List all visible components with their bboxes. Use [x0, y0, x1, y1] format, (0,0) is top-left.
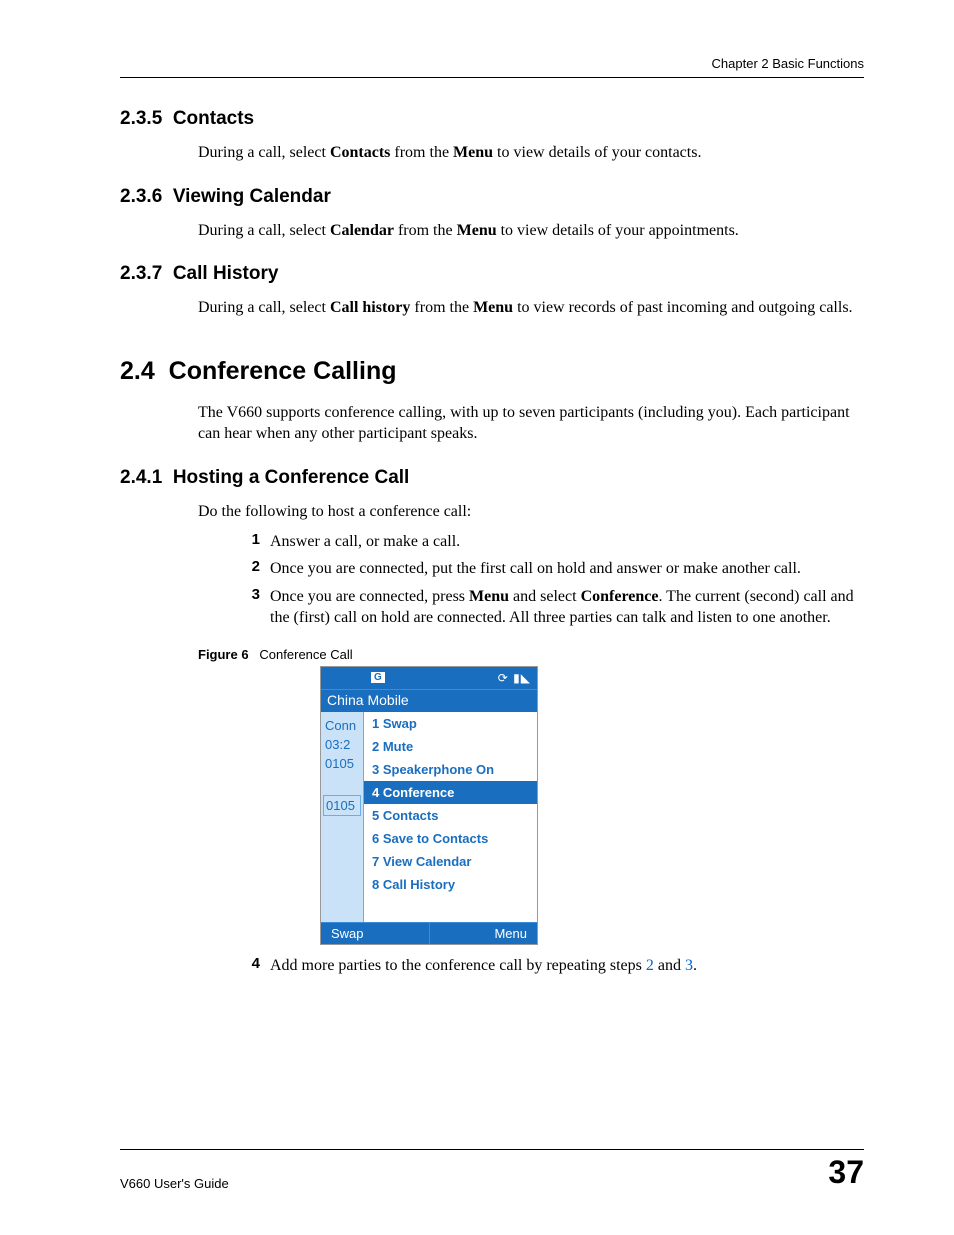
- heading-num: 2.3.6: [120, 186, 162, 207]
- phone-menu-item: 4 Conference: [364, 781, 537, 804]
- phone-menu-item: 5 Contacts: [364, 804, 537, 827]
- softkey-right: Menu: [430, 923, 538, 944]
- paragraph-2-4-1-intro: Do the following to host a conference ca…: [198, 501, 864, 523]
- figure-title: Conference Call: [259, 647, 352, 662]
- text: During a call, select: [198, 222, 330, 239]
- phone-left-panel: Conn 03:2 0105 0105: [321, 712, 363, 922]
- gprs-icon: G: [371, 672, 385, 683]
- heading-num: 2.3.7: [120, 263, 162, 284]
- step-text: Once you are connected, press Menu and s…: [270, 586, 864, 629]
- step-link-3[interactable]: 3: [685, 957, 693, 974]
- heading-num: 2.4.1: [120, 467, 162, 488]
- bold-text: Menu: [473, 299, 513, 316]
- text: During a call, select: [198, 144, 330, 161]
- text: from the: [390, 144, 453, 161]
- step-text: Once you are connected, put the first ca…: [270, 558, 801, 580]
- heading-title: Contacts: [173, 108, 254, 129]
- signal-icons: ⟳ ▮◣: [498, 671, 531, 685]
- phone-menu-item: 6 Save to Contacts: [364, 827, 537, 850]
- bold-text: Call history: [330, 299, 410, 316]
- step-number: 1: [238, 531, 260, 548]
- page-number: 37: [828, 1154, 864, 1191]
- text: Once you are connected, press: [270, 588, 469, 605]
- phone-softkeys: Swap Menu: [321, 922, 537, 944]
- heading-2-3-5: 2.3.5 Contacts: [120, 108, 864, 130]
- step-2: 2 Once you are connected, put the first …: [238, 558, 864, 580]
- footer-rule: [120, 1149, 864, 1150]
- text: to view details of your contacts.: [493, 144, 701, 161]
- bold-text: Conference: [581, 588, 659, 605]
- heading-2-4-1: 2.4.1 Hosting a Conference Call: [120, 467, 864, 489]
- text: .: [693, 957, 697, 974]
- phone-menu-item: 3 Speakerphone On: [364, 758, 537, 781]
- text: from the: [410, 299, 473, 316]
- call-number-2: 0105: [323, 795, 361, 816]
- paragraph-2-3-7: During a call, select Call history from …: [198, 297, 864, 319]
- heading-num: 2.4: [120, 357, 155, 385]
- steps-list: 1 Answer a call, or make a call. 2 Once …: [238, 531, 864, 629]
- softkey-left: Swap: [321, 923, 430, 944]
- heading-title: Call History: [173, 263, 279, 284]
- bold-text: Menu: [453, 144, 493, 161]
- text: Add more parties to the conference call …: [270, 957, 646, 974]
- step-number: 4: [238, 955, 260, 972]
- step-3: 3 Once you are connected, press Menu and…: [238, 586, 864, 629]
- step-text: Answer a call, or make a call.: [270, 531, 460, 553]
- phone-carrier: China Mobile: [321, 689, 537, 712]
- heading-title: Hosting a Conference Call: [173, 467, 410, 488]
- phone-menu-item: 8 Call History: [364, 873, 537, 896]
- call-number-1: 0105: [321, 754, 363, 773]
- call-status: Conn: [321, 716, 363, 735]
- phone-status-bar: G ⟳ ▮◣: [321, 667, 537, 689]
- heading-title: Viewing Calendar: [173, 186, 331, 207]
- text: from the: [394, 222, 457, 239]
- text: During a call, select: [198, 299, 330, 316]
- heading-2-3-7: 2.3.7 Call History: [120, 263, 864, 285]
- step-text: Add more parties to the conference call …: [270, 955, 697, 977]
- bold-text: Menu: [469, 588, 509, 605]
- figure-label: Figure 6: [198, 647, 249, 662]
- bold-text: Calendar: [330, 222, 394, 239]
- paragraph-2-4: The V660 supports conference calling, wi…: [198, 402, 864, 445]
- phone-menu-item: 7 View Calendar: [364, 850, 537, 873]
- step-1: 1 Answer a call, or make a call.: [238, 531, 864, 553]
- text: to view details of your appointments.: [497, 222, 739, 239]
- page-footer: V660 User's Guide 37: [120, 1149, 864, 1191]
- heading-num: 2.3.5: [120, 108, 162, 129]
- header-rule: [120, 77, 864, 78]
- step-link-2[interactable]: 2: [646, 957, 654, 974]
- phone-body: Conn 03:2 0105 0105 1 Swap2 Mute3 Speake…: [321, 712, 537, 922]
- step-number: 2: [238, 558, 260, 575]
- bold-text: Menu: [457, 222, 497, 239]
- paragraph-2-3-5: During a call, select Contacts from the …: [198, 142, 864, 164]
- phone-menu-item: 1 Swap: [364, 712, 537, 735]
- footer-guide-name: V660 User's Guide: [120, 1176, 229, 1191]
- step-4: 4 Add more parties to the conference cal…: [238, 955, 864, 977]
- heading-2-3-6: 2.3.6 Viewing Calendar: [120, 186, 864, 208]
- paragraph-2-3-6: During a call, select Calendar from the …: [198, 220, 864, 242]
- figure-caption: Figure 6 Conference Call: [198, 647, 864, 662]
- phone-screenshot: G ⟳ ▮◣ China Mobile Conn 03:2 0105 0105 …: [320, 666, 538, 945]
- phone-menu: 1 Swap2 Mute3 Speakerphone On4 Conferenc…: [363, 712, 537, 922]
- chapter-header: Chapter 2 Basic Functions: [120, 56, 864, 71]
- heading-2-4: 2.4 Conference Calling: [120, 357, 864, 386]
- text: to view records of past incoming and out…: [513, 299, 852, 316]
- figure-phone: G ⟳ ▮◣ China Mobile Conn 03:2 0105 0105 …: [320, 666, 864, 945]
- phone-menu-item: 2 Mute: [364, 735, 537, 758]
- text: and select: [509, 588, 581, 605]
- heading-title: Conference Calling: [169, 357, 397, 385]
- step-number: 3: [238, 586, 260, 603]
- call-time: 03:2: [321, 735, 363, 754]
- text: and: [654, 957, 685, 974]
- bold-text: Contacts: [330, 144, 390, 161]
